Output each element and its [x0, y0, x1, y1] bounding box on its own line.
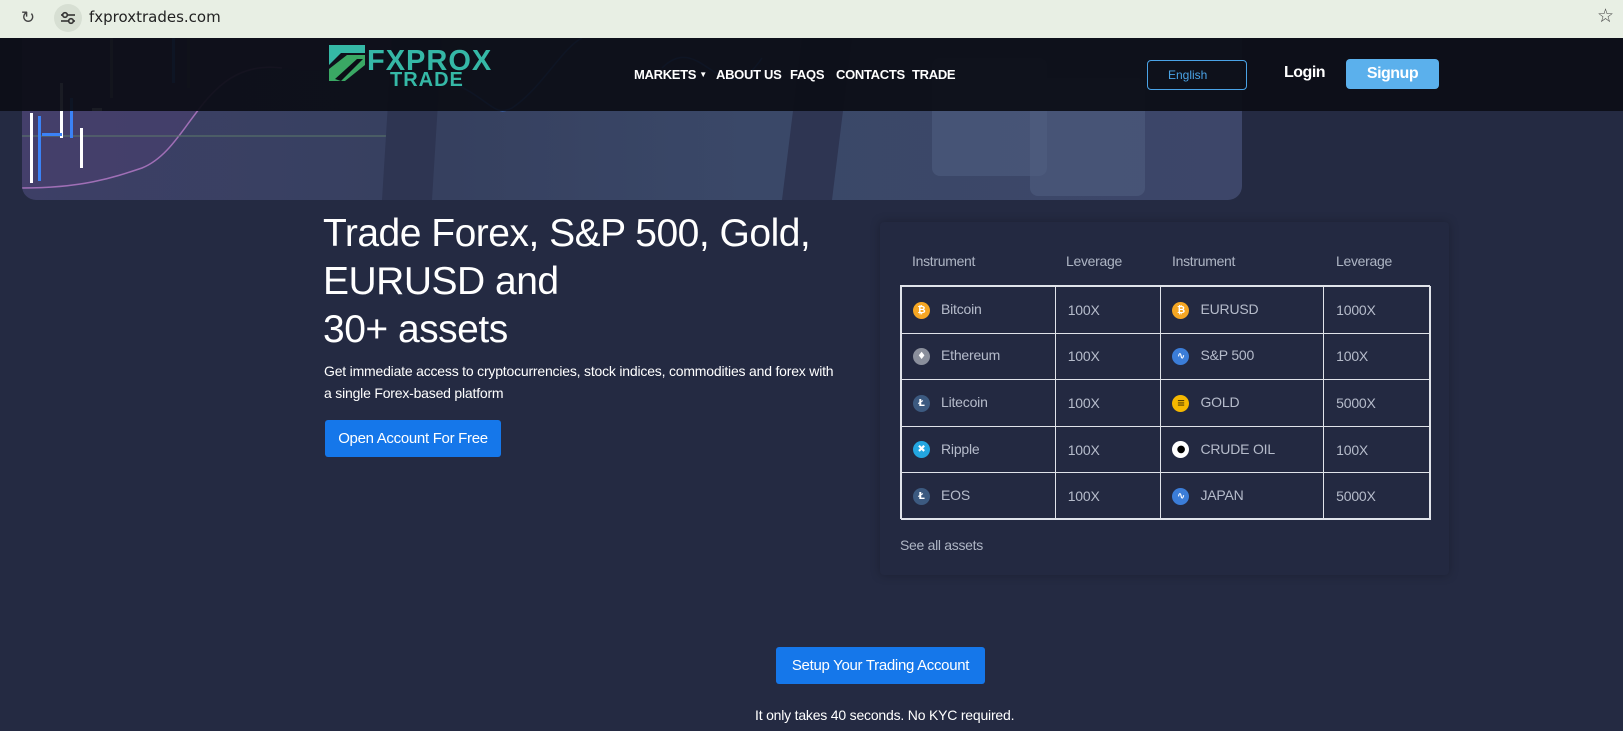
leverage-cell: 100X: [1323, 332, 1431, 381]
instrument-name: Ripple: [941, 440, 980, 457]
browser-toolbar: ↻ fxproxtrades.com ☆: [0, 0, 1623, 38]
instrument-cell: ∿ S&P 500: [1160, 332, 1325, 381]
site-header: FXPROX TRADE MARKETS ▼ ABOUT US FAQS CONT…: [0, 38, 1623, 111]
instrument-cell: Ł EOS: [901, 472, 1056, 520]
instrument-name: CRUDE OIL: [1200, 440, 1275, 457]
leverage-cell: 5000X: [1323, 472, 1431, 520]
leverage-cell: 100X: [1054, 379, 1162, 427]
bitcoin-icon: ₿: [1172, 301, 1190, 319]
ripple-icon: ✖: [913, 441, 930, 459]
nav-about-us[interactable]: ABOUT US: [716, 67, 782, 82]
nav-markets-label: MARKETS: [634, 67, 697, 82]
instrument-name: JAPAN: [1200, 487, 1244, 504]
instrument-name: GOLD: [1200, 394, 1240, 411]
oil-drop-icon: ●: [1172, 441, 1190, 459]
instrument-cell: ● CRUDE OIL: [1160, 425, 1325, 474]
instrument-cell: ≡ GOLD: [1160, 379, 1325, 427]
instrument-name: Ethereum: [941, 347, 1001, 364]
ethereum-icon: ♦: [913, 348, 930, 366]
leverage-cell: 5000X: [1323, 379, 1431, 427]
instrument-name: Bitcoin: [941, 300, 982, 317]
address-bar[interactable]: fxproxtrades.com: [89, 8, 221, 26]
tune-icon[interactable]: [54, 4, 82, 32]
instruments-table: ₿ Bitcoin 100X ₿ EURUSD 1000X ♦ Ethereum 10…: [900, 285, 1431, 520]
nav-contacts[interactable]: CONTACTS: [836, 67, 905, 82]
site-logo[interactable]: FXPROX TRADE: [327, 43, 491, 91]
hero-title-line1: Trade Forex, S&P 500, Gold,: [323, 212, 811, 255]
open-account-button[interactable]: Open Account For Free: [325, 420, 501, 457]
leverage-cell: 100X: [1323, 425, 1431, 474]
hero-subtitle: Get immediate access to cryptocurrencies…: [324, 363, 834, 401]
litecoin-icon: Ł: [913, 394, 930, 412]
instrument-name: EOS: [941, 487, 970, 504]
table-row[interactable]: ♦ Ethereum 100X ∿ S&P 500 100X: [901, 332, 1431, 381]
bitcoin-icon: ₿: [913, 301, 930, 319]
leverage-cell: 1000X: [1323, 286, 1431, 334]
instrument-cell: ∿ JAPAN: [1160, 472, 1325, 520]
logo-mark-icon: [329, 45, 365, 81]
instrument-name: S&P 500: [1200, 347, 1255, 364]
table-row[interactable]: ✖ Ripple 100X ● CRUDE OIL 100X: [901, 425, 1431, 474]
header-instrument-2: Instrument: [1172, 253, 1236, 269]
instrument-cell: Ł Litecoin: [901, 379, 1056, 427]
reload-icon[interactable]: ↻: [16, 6, 40, 30]
header-leverage-1: Leverage: [1066, 253, 1122, 269]
logo-text-trade: TRADE: [390, 69, 464, 91]
caret-down-icon: ▼: [699, 70, 707, 79]
trend-icon: ∿: [1172, 488, 1190, 506]
nav-markets[interactable]: MARKETS ▼: [634, 67, 707, 82]
signup-button[interactable]: Signup: [1346, 59, 1439, 89]
table-row[interactable]: Ł EOS 100X ∿ JAPAN 5000X: [901, 472, 1431, 520]
table-row[interactable]: Ł Litecoin 100X ≡ GOLD 5000X: [901, 379, 1431, 427]
instrument-cell: ✖ Ripple: [901, 425, 1056, 474]
instrument-name: EURUSD: [1200, 300, 1259, 317]
login-button[interactable]: Login: [1284, 64, 1326, 82]
leverage-cell: 100X: [1054, 286, 1162, 334]
header-instrument-1: Instrument: [912, 253, 976, 269]
setup-note: It only takes 40 seconds. No KYC require…: [755, 707, 1015, 723]
leverage-cell: 100X: [1054, 425, 1162, 474]
instrument-name: Litecoin: [941, 394, 988, 411]
leverage-cell: 100X: [1054, 472, 1162, 520]
instruments-panel: Instrument Leverage Instrument Leverage …: [880, 222, 1449, 575]
table-row[interactable]: ₿ Bitcoin 100X ₿ EURUSD 1000X: [901, 286, 1431, 334]
leverage-cell: 100X: [1054, 332, 1162, 381]
nav-trade[interactable]: TRADE: [912, 67, 956, 82]
setup-account-button[interactable]: Setup Your Trading Account: [776, 647, 985, 684]
eos-icon: Ł: [913, 488, 930, 506]
instrument-cell: ₿ EURUSD: [1160, 286, 1325, 334]
instrument-cell: ₿ Bitcoin: [901, 286, 1056, 334]
nav-faqs[interactable]: FAQS: [790, 67, 825, 82]
trend-icon: ∿: [1172, 348, 1190, 366]
see-all-assets-link[interactable]: See all assets: [900, 537, 983, 553]
gold-icon: ≡: [1172, 394, 1190, 412]
hero-title: Trade Forex, S&P 500, Gold, EURUSD and 3…: [323, 210, 843, 354]
language-select[interactable]: English: [1147, 60, 1247, 90]
header-leverage-2: Leverage: [1336, 253, 1392, 269]
instrument-cell: ♦ Ethereum: [901, 332, 1056, 381]
hero-title-line2: EURUSD and: [323, 260, 559, 303]
hero-title-line3: 30+ assets: [323, 308, 508, 351]
star-outline-icon[interactable]: ☆: [1597, 5, 1614, 27]
